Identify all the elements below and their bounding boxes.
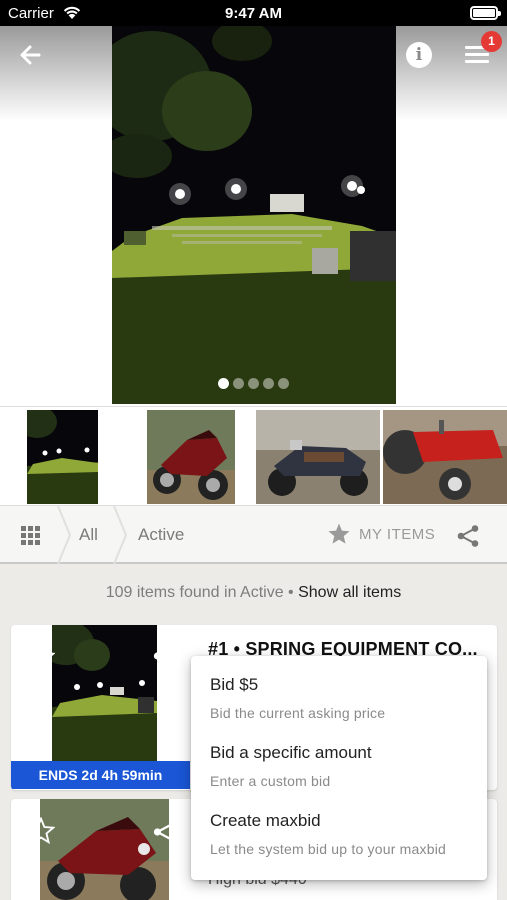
status-bar: Carrier 9:47 AM bbox=[0, 0, 507, 26]
results-count: 109 items found in bbox=[105, 584, 237, 601]
option-title: Bid $5 bbox=[210, 675, 259, 694]
create-maxbid-option[interactable]: Create maxbid Let the system bid up to y… bbox=[210, 811, 446, 857]
thumbnail-touring-motorcycle[interactable] bbox=[256, 410, 380, 504]
grid-view-icon[interactable] bbox=[21, 526, 40, 545]
item-share-icon[interactable] bbox=[152, 643, 178, 669]
results-filter-name: Active bbox=[240, 584, 284, 601]
filter-tab-all[interactable]: All bbox=[79, 525, 98, 545]
bid-options-menu: Bid $5 Bid the current asking price Bid … bbox=[191, 656, 487, 880]
filter-tab-active[interactable]: Active bbox=[138, 525, 184, 545]
option-subtitle: Let the system bid up to your maxbid bbox=[210, 841, 446, 857]
thumbnail-night-field[interactable] bbox=[27, 410, 98, 504]
star-icon[interactable] bbox=[327, 522, 351, 546]
results-summary: 109 items found in Active • Show all ite… bbox=[0, 584, 507, 602]
gallery-dot[interactable] bbox=[233, 378, 244, 389]
item-gallery[interactable]: i 1 bbox=[0, 26, 507, 406]
results-separator: • bbox=[283, 584, 299, 601]
option-subtitle: Enter a custom bid bbox=[210, 773, 331, 789]
filter-bar: All Active MY ITEMS bbox=[0, 506, 507, 564]
gallery-dot[interactable] bbox=[263, 378, 274, 389]
option-title: Create maxbid bbox=[210, 811, 321, 830]
item-share-icon[interactable] bbox=[152, 819, 178, 845]
back-arrow-icon[interactable] bbox=[14, 40, 48, 70]
gallery-main-photo[interactable] bbox=[112, 26, 396, 404]
gallery-dot[interactable] bbox=[278, 378, 289, 389]
favorite-star-icon[interactable] bbox=[27, 817, 55, 845]
thumbnail-red-motorcycle[interactable] bbox=[147, 410, 235, 504]
option-subtitle: Bid the current asking price bbox=[210, 705, 386, 721]
option-title: Bid a specific amount bbox=[210, 743, 372, 762]
auction-end-timer: ENDS 2d 4h 59min bbox=[11, 761, 190, 789]
gallery-pagination[interactable] bbox=[0, 378, 507, 389]
notification-badge: 1 bbox=[481, 31, 502, 52]
thumbnail-strip[interactable] bbox=[0, 406, 507, 506]
info-icon[interactable]: i bbox=[406, 42, 432, 68]
gallery-dot[interactable] bbox=[248, 378, 259, 389]
favorite-star-icon[interactable] bbox=[27, 643, 55, 671]
my-items-button[interactable]: MY ITEMS bbox=[359, 526, 435, 543]
breadcrumb-separator bbox=[57, 506, 72, 564]
bid-specific-amount-option[interactable]: Bid a specific amount Enter a custom bid bbox=[210, 743, 372, 789]
share-icon[interactable] bbox=[456, 524, 480, 548]
item-photo[interactable] bbox=[40, 799, 169, 900]
bid-asking-price-option[interactable]: Bid $5 Bid the current asking price bbox=[210, 675, 385, 721]
clock: 9:47 AM bbox=[225, 5, 282, 22]
gallery-dot[interactable] bbox=[218, 378, 229, 389]
item-photo[interactable] bbox=[52, 625, 157, 761]
battery-icon bbox=[470, 6, 501, 20]
show-all-items-link[interactable]: Show all items bbox=[298, 584, 401, 601]
breadcrumb-separator bbox=[113, 506, 128, 564]
thumbnail-red-tractor[interactable] bbox=[383, 410, 507, 504]
